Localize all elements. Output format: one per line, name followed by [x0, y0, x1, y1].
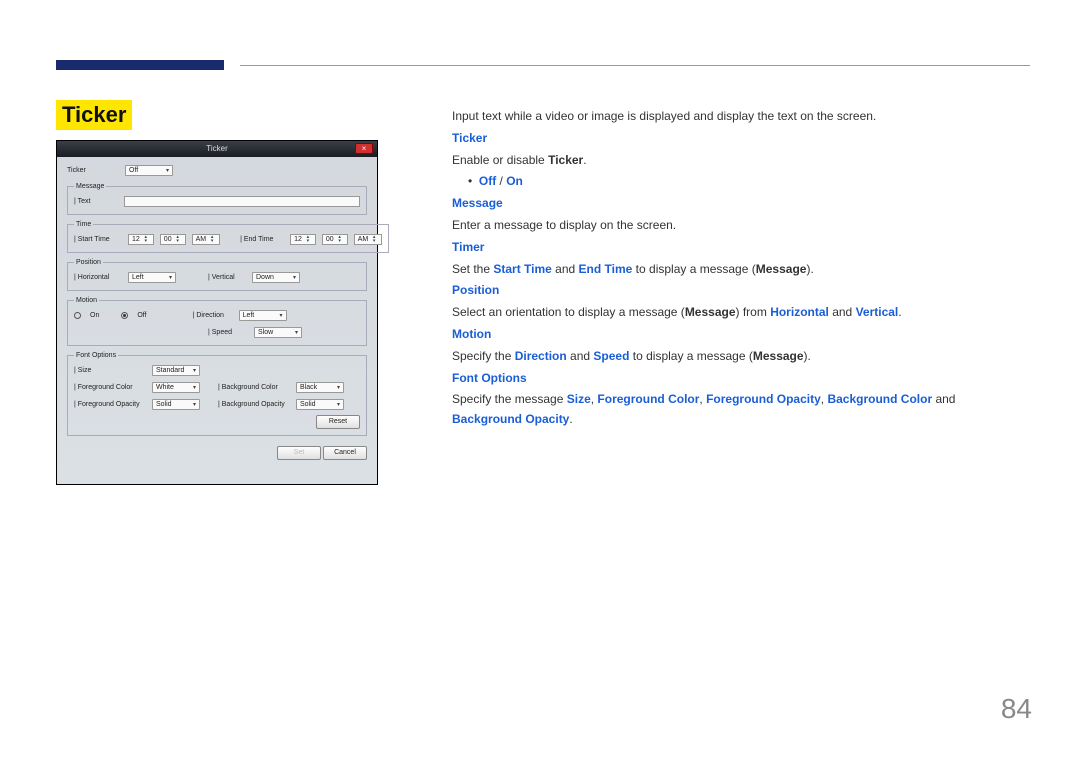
message-text-input[interactable] — [124, 196, 360, 207]
ticker-dialog: Ticker × Ticker Off▾ Message | Text Time… — [56, 140, 378, 485]
fg-opacity-select[interactable]: Solid▾ — [152, 399, 200, 410]
end-time-label: | End Time — [240, 236, 284, 243]
dialog-titlebar: Ticker × — [57, 141, 377, 157]
section-title: Ticker — [56, 100, 132, 130]
dialog-footer: Set Cancel — [57, 442, 377, 464]
bg-color-select[interactable]: Black▾ — [296, 382, 344, 393]
text-label: | Text — [74, 198, 118, 205]
close-icon[interactable]: × — [355, 143, 373, 154]
set-button[interactable]: Set — [277, 446, 321, 460]
direction-select[interactable]: Left▾ — [239, 310, 287, 321]
chevron-down-icon: ▾ — [169, 274, 172, 281]
timer-desc: Set the Start Time and End Time to displ… — [452, 260, 1027, 280]
off-label: Off — [137, 312, 146, 319]
fg-color-select[interactable]: White▾ — [152, 382, 200, 393]
chevron-down-icon: ▾ — [293, 274, 296, 281]
cancel-button[interactable]: Cancel — [323, 446, 367, 460]
chevron-down-icon: ▾ — [280, 312, 283, 319]
message-heading: Message — [452, 194, 1027, 214]
horizontal-select[interactable]: Left▾ — [128, 272, 176, 283]
position-desc: Select an orientation to display a messa… — [452, 303, 1027, 323]
chevron-down-icon: ▾ — [193, 384, 196, 391]
end-hour-stepper[interactable]: 12▴▾ — [290, 234, 316, 245]
header-rule — [240, 65, 1030, 66]
chevron-down-icon: ▾ — [166, 167, 169, 174]
horizontal-label: | Horizontal — [74, 274, 122, 281]
start-ampm-stepper[interactable]: AM▴▾ — [192, 234, 221, 245]
time-group: Time | Start Time 12▴▾ 00▴▾ AM▴▾ | End T… — [67, 221, 389, 253]
reset-button[interactable]: Reset — [316, 415, 360, 429]
motion-desc: Specify the Direction and Speed to displ… — [452, 347, 1027, 367]
speed-label: | Speed — [208, 329, 248, 336]
header-accent-bar — [56, 60, 224, 70]
start-min-stepper[interactable]: 00▴▾ — [160, 234, 186, 245]
font-heading: Font Options — [452, 369, 1027, 389]
size-label: | Size — [74, 367, 146, 374]
end-ampm-stepper[interactable]: AM▴▾ — [354, 234, 383, 245]
intro-text: Input text while a video or image is dis… — [452, 107, 1027, 127]
position-legend: Position — [74, 259, 103, 266]
direction-label: | Direction — [193, 312, 233, 319]
font-options-group: Font Options | Size Standard▾ | Foregrou… — [67, 352, 367, 436]
chevron-down-icon: ▾ — [337, 384, 340, 391]
off-on-bullet: • Off / On — [452, 172, 1027, 192]
message-desc: Enter a message to display on the screen… — [452, 216, 1027, 236]
ticker-desc: Enable or disable Ticker. — [452, 151, 1027, 171]
ticker-heading: Ticker — [452, 129, 1027, 149]
position-heading: Position — [452, 281, 1027, 301]
chevron-down-icon: ▾ — [337, 401, 340, 408]
on-label: On — [90, 312, 99, 319]
font-legend: Font Options — [74, 352, 118, 359]
page-number: 84 — [1001, 693, 1032, 725]
start-hour-stepper[interactable]: 12▴▾ — [128, 234, 154, 245]
ticker-label: Ticker — [67, 167, 119, 174]
bg-opacity-label: | Background Opacity — [218, 401, 290, 408]
chevron-down-icon: ▾ — [295, 329, 298, 336]
motion-on-radio[interactable] — [74, 312, 81, 319]
dialog-title: Ticker — [206, 144, 227, 153]
fg-opacity-label: | Foreground Opacity — [74, 401, 146, 408]
motion-group: Motion On Off | Direction Left▾ | Speed … — [67, 297, 367, 346]
timer-heading: Timer — [452, 238, 1027, 258]
chevron-down-icon: ▾ — [193, 367, 196, 374]
description-content: Input text while a video or image is dis… — [452, 107, 1027, 432]
chevron-down-icon: ▾ — [193, 401, 196, 408]
bg-opacity-select[interactable]: Solid▾ — [296, 399, 344, 410]
vertical-label: | Vertical — [208, 274, 246, 281]
ticker-select[interactable]: Off▾ — [125, 165, 173, 176]
end-min-stepper[interactable]: 00▴▾ — [322, 234, 348, 245]
start-time-label: | Start Time — [74, 236, 122, 243]
font-desc: Specify the message Size, Foreground Col… — [452, 390, 1027, 430]
bg-color-label: | Background Color — [218, 384, 290, 391]
position-group: Position | Horizontal Left▾ | Vertical D… — [67, 259, 367, 291]
message-group: Message | Text — [67, 183, 367, 215]
size-select[interactable]: Standard▾ — [152, 365, 200, 376]
time-legend: Time — [74, 221, 93, 228]
motion-heading: Motion — [452, 325, 1027, 345]
message-legend: Message — [74, 183, 106, 190]
motion-off-radio[interactable] — [121, 312, 128, 319]
motion-legend: Motion — [74, 297, 99, 304]
fg-color-label: | Foreground Color — [74, 384, 146, 391]
vertical-select[interactable]: Down▾ — [252, 272, 300, 283]
speed-select[interactable]: Slow▾ — [254, 327, 302, 338]
